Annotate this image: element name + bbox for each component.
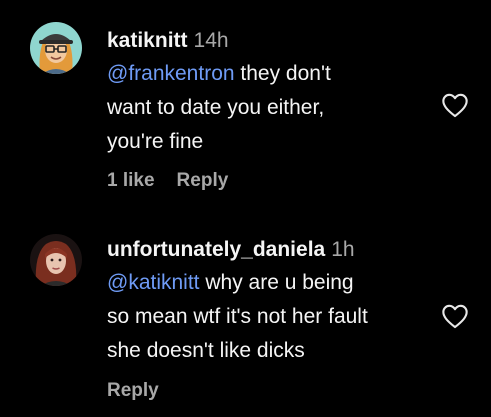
heart-outline-icon[interactable] — [441, 92, 469, 118]
comment-item: unfortunately_daniela 1h @katiknitt why a… — [0, 210, 491, 417]
photo-avatar-icon — [30, 234, 82, 286]
reply-button[interactable]: Reply — [177, 170, 229, 191]
avatar[interactable] — [30, 234, 82, 286]
timestamp: 1h — [331, 238, 355, 261]
comment-item: katiknitt 14h @frankentron they don't wan… — [0, 0, 491, 210]
comment-line-2: want to date you either, — [107, 96, 325, 119]
comment-line-1-text: they don't — [234, 62, 331, 85]
comment-actions: 1 like Reply — [107, 170, 228, 192]
reply-button[interactable]: Reply — [107, 380, 159, 401]
username[interactable]: katiknitt — [107, 29, 188, 52]
comment-actions: Reply — [107, 380, 159, 402]
comment-header: unfortunately_daniela 1h — [107, 237, 355, 263]
comment-line-3: she doesn't like dicks — [107, 339, 305, 362]
mention-link[interactable]: @katiknitt — [107, 271, 200, 294]
avatar[interactable] — [30, 22, 82, 74]
comment-line-1: @katiknitt why are u being — [107, 266, 437, 300]
comment-line-1-text: why are u being — [199, 271, 354, 294]
comment-line-3: you're fine — [107, 130, 204, 153]
comment-line-1: @frankentron they don't — [107, 57, 437, 91]
mention-link[interactable]: @frankentron — [107, 62, 235, 85]
comment-header: katiknitt 14h — [107, 28, 229, 54]
comment-line-2: so mean wtf it's not her fault — [107, 305, 368, 328]
comment-text: @frankentron they don't want to date you… — [107, 57, 437, 159]
timestamp: 14h — [193, 29, 229, 52]
cartoon-avatar-icon — [30, 22, 82, 74]
like-count[interactable]: 1 like — [107, 170, 155, 191]
heart-outline-icon[interactable] — [441, 303, 469, 329]
comment-text: @katiknitt why are u being so mean wtf i… — [107, 266, 437, 368]
username[interactable]: unfortunately_daniela — [107, 238, 325, 261]
